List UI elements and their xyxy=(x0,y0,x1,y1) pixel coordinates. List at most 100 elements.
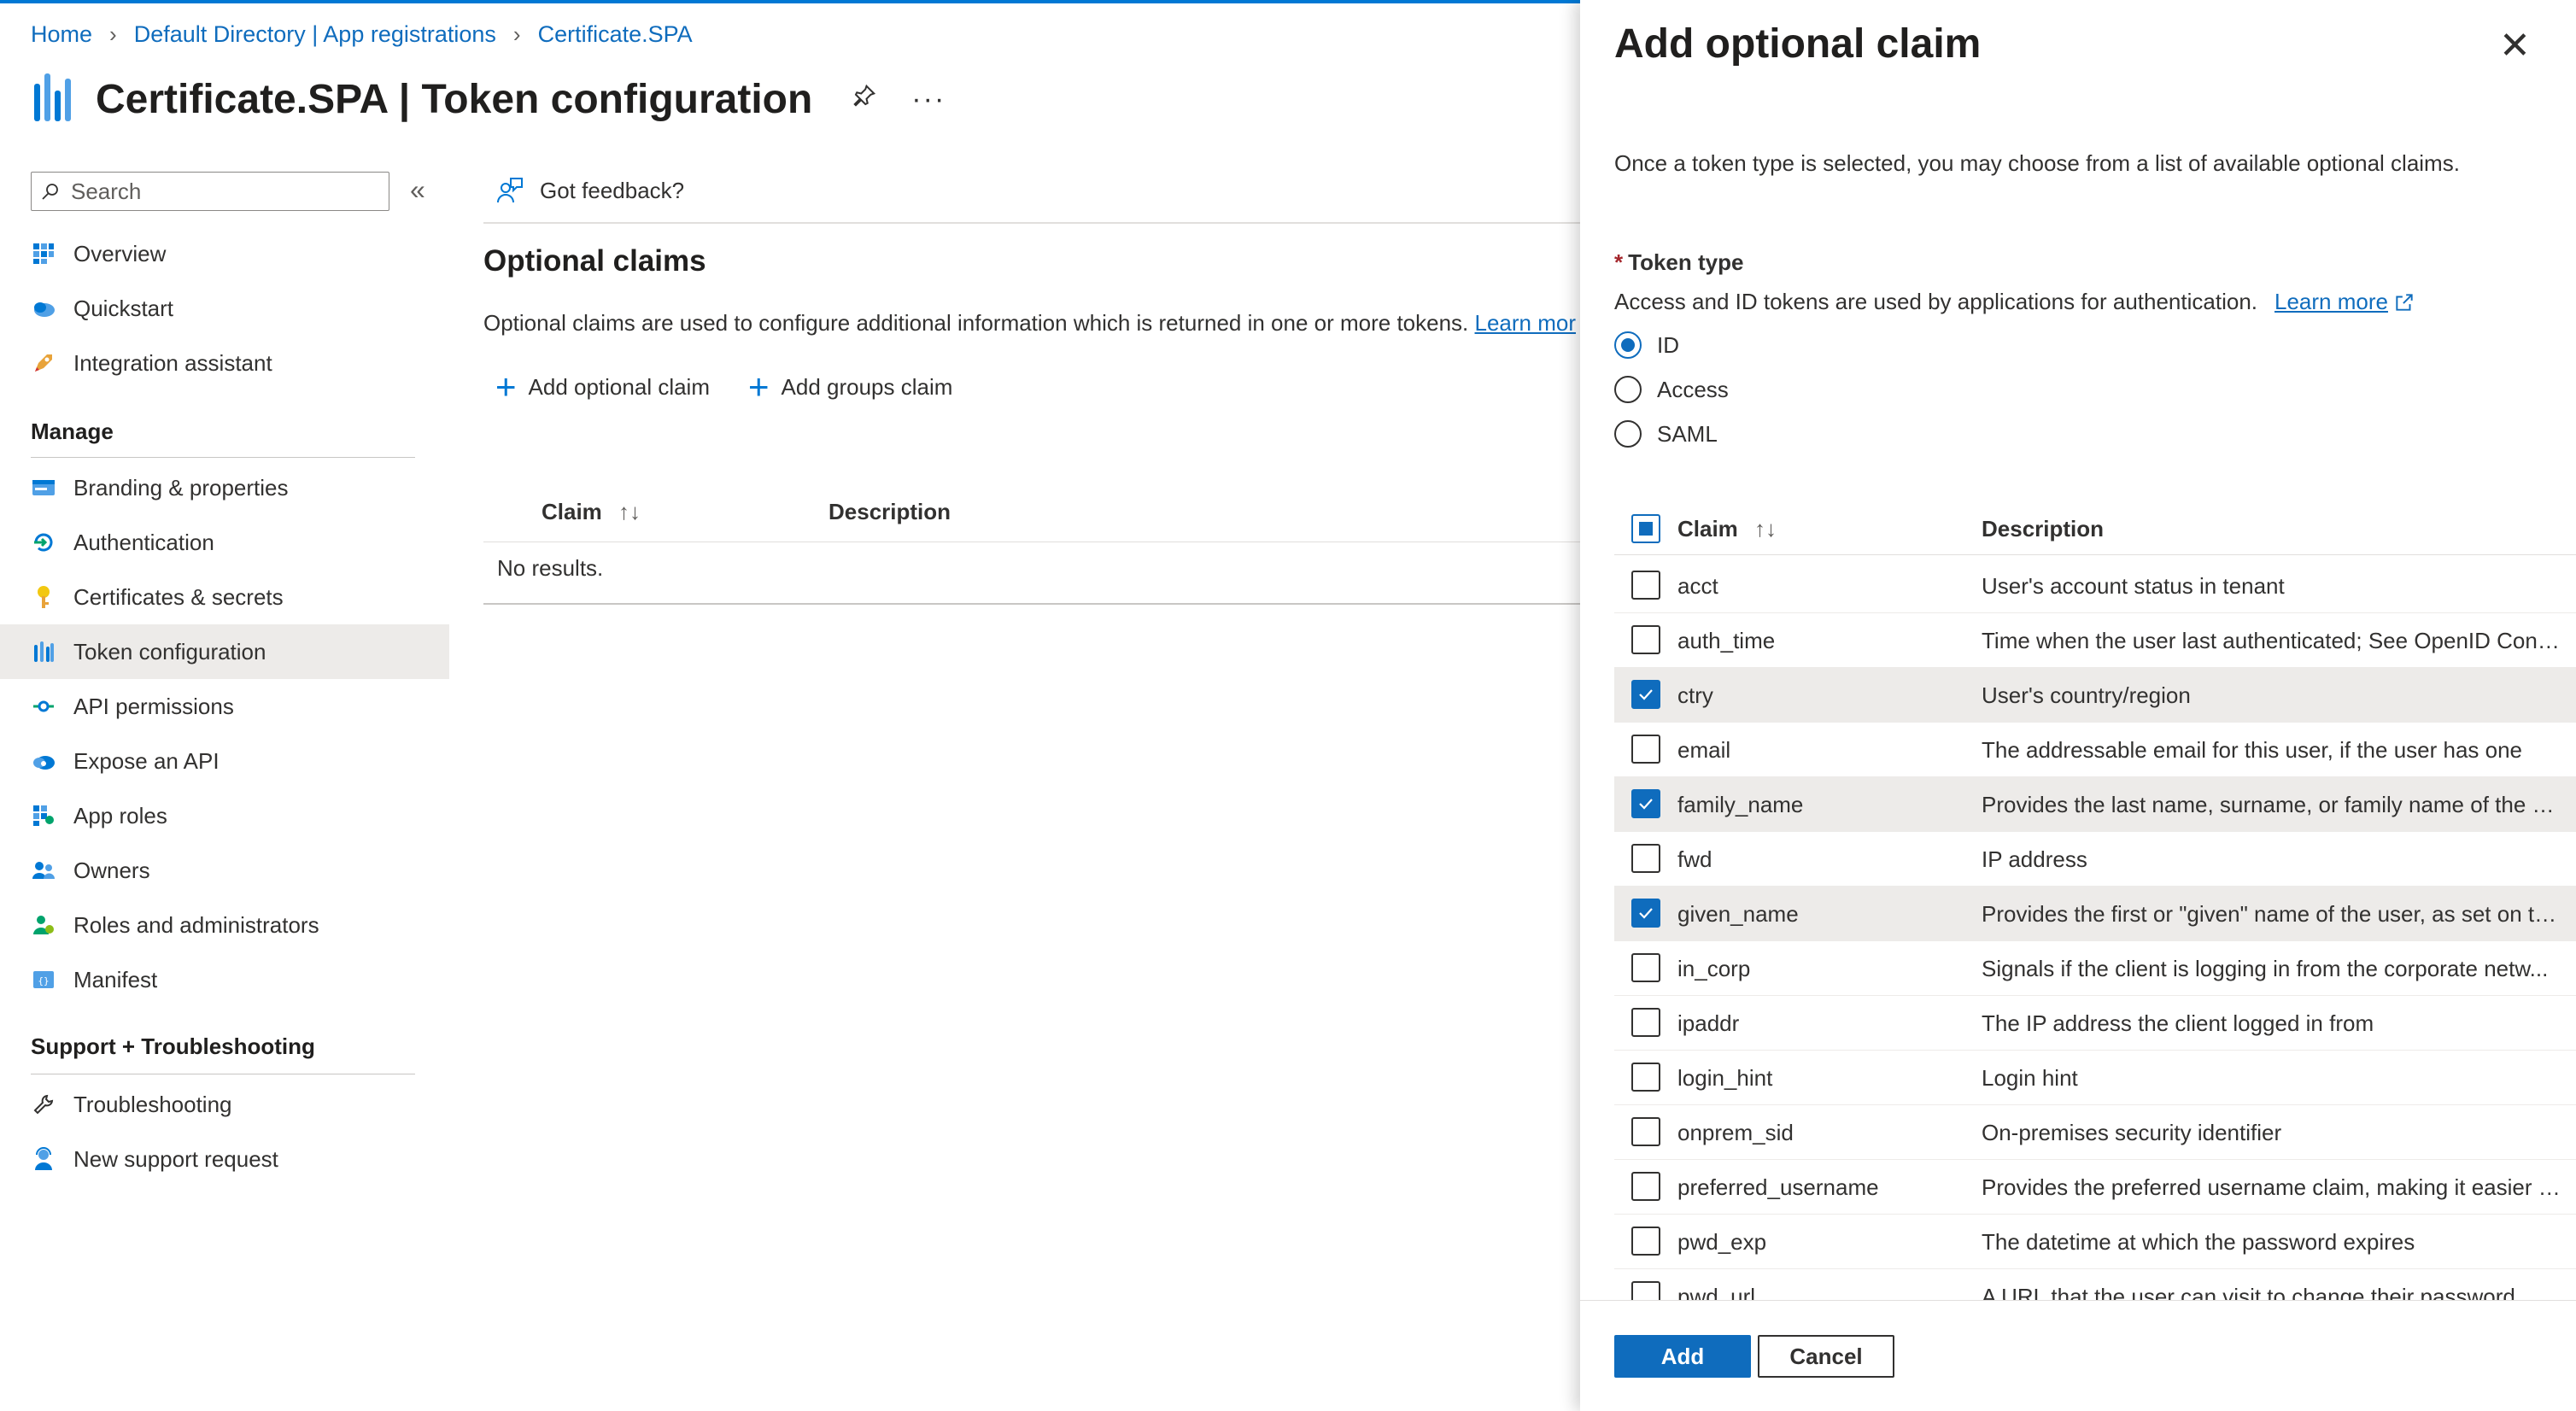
select-all-checkbox[interactable] xyxy=(1631,514,1660,543)
pin-icon[interactable] xyxy=(852,83,877,115)
token-config-icon xyxy=(31,73,75,125)
token-type-radio-access[interactable]: Access xyxy=(1614,376,1729,403)
chevron-right-icon: › xyxy=(109,20,117,47)
sidebar-item-app-roles[interactable]: App roles xyxy=(0,788,449,843)
page-header: Certificate.SPA | Token configuration ··… xyxy=(31,65,946,133)
sidebar-item-branding[interactable]: Branding & properties xyxy=(0,460,449,515)
button-label: Add optional claim xyxy=(528,373,710,400)
sidebar-item-manifest[interactable]: {} Manifest xyxy=(0,952,449,1007)
token-type-radio-id[interactable]: ID xyxy=(1614,331,1679,359)
claim-row-given-name[interactable]: given_name Provides the first or "given"… xyxy=(1614,887,2576,941)
app-roles-icon xyxy=(31,803,56,828)
sidebar-item-owners[interactable]: Owners xyxy=(0,843,449,898)
collapse-sidebar-icon[interactable]: « xyxy=(410,174,425,206)
add-button[interactable]: Add xyxy=(1614,1335,1751,1378)
column-header-claim[interactable]: Claim ↑↓ xyxy=(1677,516,1777,542)
claim-checkbox-checked[interactable] xyxy=(1631,789,1660,818)
sidebar-item-expose-api[interactable]: Expose an API xyxy=(0,734,449,788)
claim-row-fwd[interactable]: fwd IP address xyxy=(1614,832,2576,887)
sidebar-item-label: Authentication xyxy=(73,529,214,555)
claim-checkbox[interactable] xyxy=(1631,735,1660,764)
claim-checkbox[interactable] xyxy=(1631,1063,1660,1092)
claim-name: preferred_username xyxy=(1677,1174,1879,1200)
claim-row-login-hint[interactable]: login_hint Login hint xyxy=(1614,1051,2576,1105)
sidebar-item-troubleshooting[interactable]: Troubleshooting xyxy=(0,1077,449,1132)
radio-label: SAML xyxy=(1657,420,1718,447)
sidebar-item-overview[interactable]: Overview xyxy=(0,226,449,281)
claim-description: On-premises security identifier xyxy=(1982,1120,2282,1145)
breadcrumb-app-registrations[interactable]: Default Directory | App registrations xyxy=(134,21,496,48)
breadcrumb-home[interactable]: Home xyxy=(31,21,92,48)
sidebar-item-label: Quickstart xyxy=(73,295,174,321)
claim-row-pwd-url[interactable]: pwd_url A URL that the user can visit to… xyxy=(1614,1269,2576,1300)
claim-name: pwd_exp xyxy=(1677,1229,1767,1255)
radio-label: Access xyxy=(1657,376,1729,402)
sidebar-item-label: Certificates & secrets xyxy=(73,583,284,610)
claim-checkbox[interactable] xyxy=(1631,1227,1660,1256)
sidebar-item-integration-assistant[interactable]: Integration assistant xyxy=(0,336,449,390)
claim-checkbox-checked[interactable] xyxy=(1631,680,1660,709)
section-title: Optional claims xyxy=(483,244,706,278)
more-options-icon[interactable]: ··· xyxy=(911,83,946,116)
add-optional-claim-panel: Add optional claim ✕ Once a token type i… xyxy=(1580,0,2576,1411)
learn-more-link[interactable]: Learn mor xyxy=(1475,310,1577,336)
claim-row-email[interactable]: email The addressable email for this use… xyxy=(1614,723,2576,777)
sort-icon: ↑↓ xyxy=(618,499,641,524)
claim-row-family-name[interactable]: family_name Provides the last name, surn… xyxy=(1614,777,2576,832)
sidebar-item-authentication[interactable]: Authentication xyxy=(0,515,449,570)
claim-description: User's country/region xyxy=(1982,682,2191,708)
sidebar-item-api-permissions[interactable]: API permissions xyxy=(0,679,449,734)
claim-checkbox[interactable] xyxy=(1631,1172,1660,1201)
claim-description: The IP address the client logged in from xyxy=(1982,1010,2374,1036)
claim-name: family_name xyxy=(1677,792,1804,817)
sidebar-item-roles-administrators[interactable]: Roles and administrators xyxy=(0,898,449,952)
empty-state: No results. xyxy=(497,555,604,581)
claim-row-auth-time[interactable]: auth_time Time when the user last authen… xyxy=(1614,613,2576,668)
claim-row-ipaddr[interactable]: ipaddr The IP address the client logged … xyxy=(1614,996,2576,1051)
token-type-radio-saml[interactable]: SAML xyxy=(1614,420,1718,448)
claim-description: Provides the last name, surname, or fami… xyxy=(1982,792,2562,817)
plus-icon: + xyxy=(495,366,517,407)
claim-checkbox[interactable] xyxy=(1631,1117,1660,1146)
divider xyxy=(483,603,1580,605)
feedback-button[interactable]: Got feedback? xyxy=(495,176,684,205)
column-header-claim[interactable]: Claim ↑↓ xyxy=(542,499,641,525)
claim-row-preferred-username[interactable]: preferred_username Provides the preferre… xyxy=(1614,1160,2576,1215)
claim-checkbox[interactable] xyxy=(1631,844,1660,873)
claim-checkbox[interactable] xyxy=(1631,571,1660,600)
overview-icon xyxy=(31,241,56,266)
manage-heading: Manage xyxy=(31,419,114,444)
claim-checkbox[interactable] xyxy=(1631,953,1660,982)
sidebar-item-quickstart[interactable]: Quickstart xyxy=(0,281,449,336)
add-groups-claim-button[interactable]: + Add groups claim xyxy=(748,369,952,405)
sidebar-item-certificates-secrets[interactable]: Certificates & secrets xyxy=(0,570,449,624)
claim-checkbox[interactable] xyxy=(1631,1281,1660,1300)
divider xyxy=(31,457,415,458)
sidebar-item-label: Overview xyxy=(73,240,167,266)
claim-checkbox-checked[interactable] xyxy=(1631,899,1660,928)
sidebar-search-input[interactable]: Search xyxy=(31,172,389,211)
claim-description: A URL that the user can visit to change … xyxy=(1982,1284,2515,1300)
claim-row-in-corp[interactable]: in_corp Signals if the client is logging… xyxy=(1614,941,2576,996)
claim-row-acct[interactable]: acct User's account status in tenant xyxy=(1614,559,2576,613)
divider xyxy=(1580,1300,2576,1301)
claim-checkbox[interactable] xyxy=(1631,625,1660,654)
cancel-button[interactable]: Cancel xyxy=(1758,1335,1894,1378)
close-icon[interactable]: ✕ xyxy=(2499,24,2531,67)
add-optional-claim-button[interactable]: + Add optional claim xyxy=(495,369,710,405)
sidebar-item-label: Branding & properties xyxy=(73,474,289,501)
claim-name: auth_time xyxy=(1677,628,1776,653)
sidebar-item-new-support-request[interactable]: New support request xyxy=(0,1132,449,1186)
learn-more-link[interactable]: Learn more xyxy=(2274,289,2415,315)
claims-table-header: Claim ↑↓ Description xyxy=(1614,502,2576,555)
claim-row-onprem-sid[interactable]: onprem_sid On-premises security identifi… xyxy=(1614,1105,2576,1160)
claim-row-pwd-exp[interactable]: pwd_exp The datetime at which the passwo… xyxy=(1614,1215,2576,1269)
manifest-icon: {} xyxy=(31,967,56,992)
claim-checkbox[interactable] xyxy=(1631,1008,1660,1037)
rocket-icon xyxy=(31,350,56,376)
sidebar-item-token-configuration[interactable]: Token configuration xyxy=(0,624,449,679)
token-config-icon xyxy=(31,639,56,665)
claim-row-ctry[interactable]: ctry User's country/region xyxy=(1614,668,2576,723)
breadcrumb-app[interactable]: Certificate.SPA xyxy=(538,21,693,48)
claim-name: login_hint xyxy=(1677,1065,1773,1091)
